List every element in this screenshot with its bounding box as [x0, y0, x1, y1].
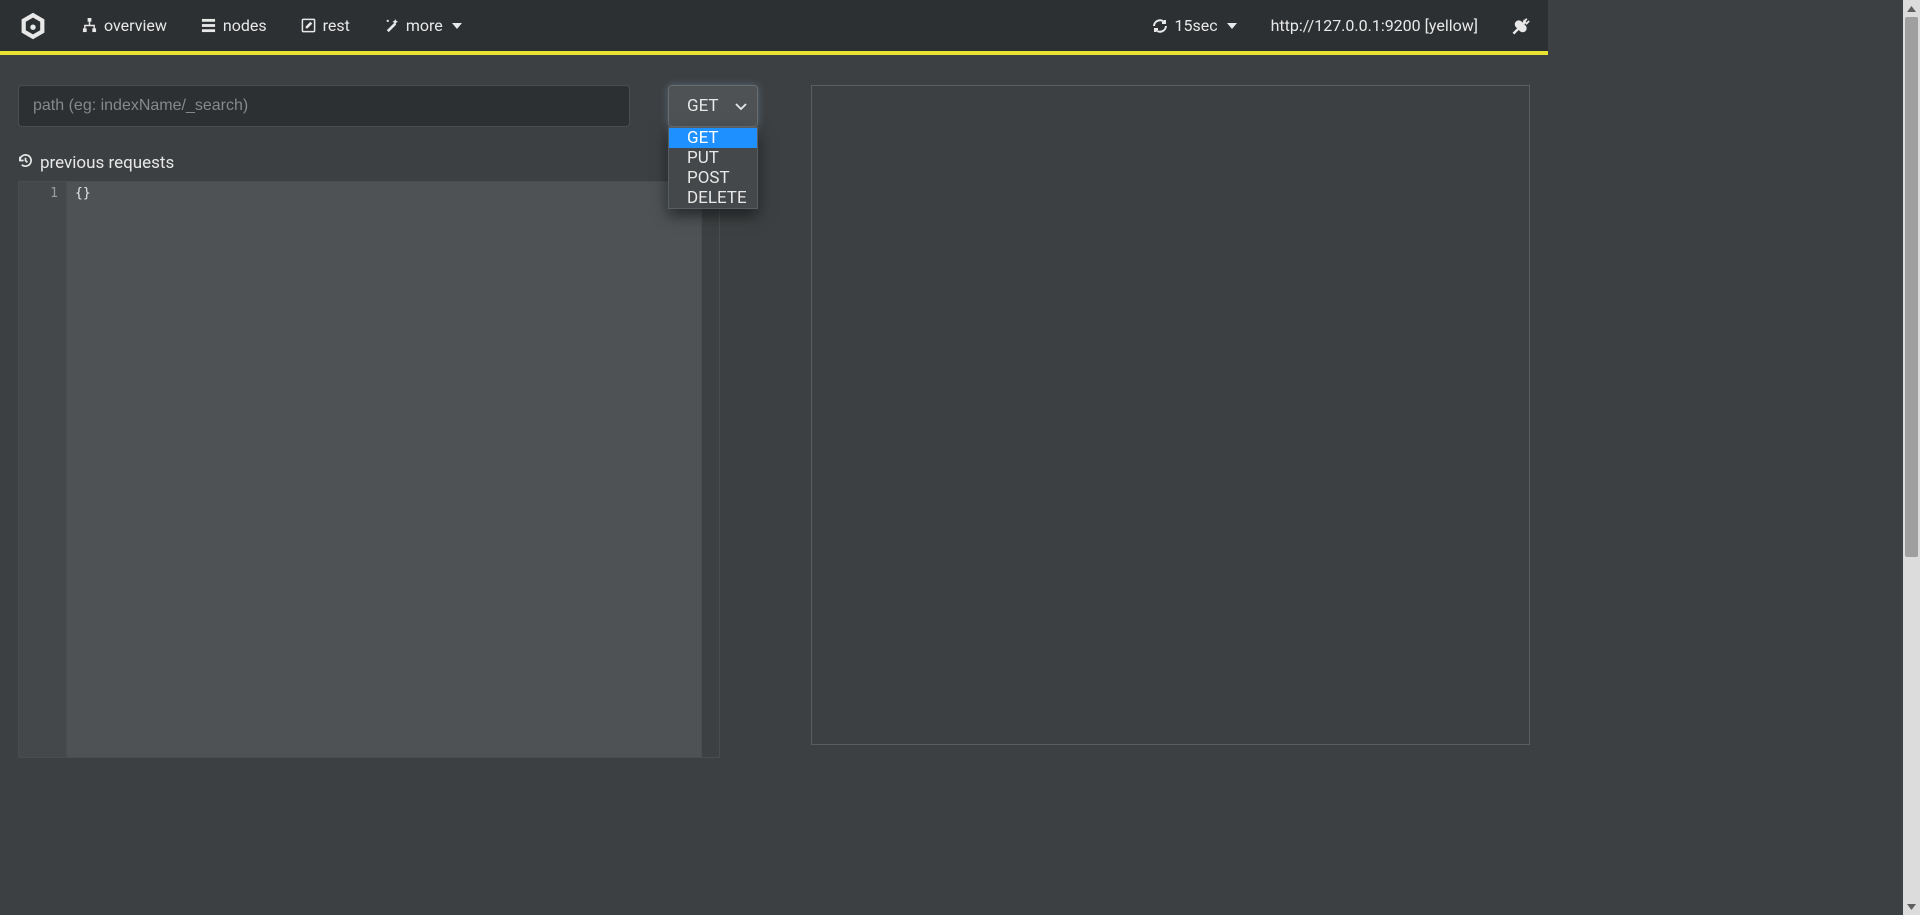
history-icon [18, 153, 33, 173]
nav-overview[interactable]: overview [82, 16, 167, 35]
response-column [811, 85, 1530, 758]
method-selected-label: GET [687, 96, 719, 116]
line-number: 1 [19, 186, 58, 201]
chevron-down-icon [735, 96, 747, 116]
plug-icon [1512, 17, 1530, 35]
method-option-post[interactable]: POST [669, 168, 757, 188]
request-input-row: GET GET PUT POST DELETE [18, 85, 793, 127]
navbar: overview nodes rest more [0, 0, 1548, 51]
navbar-left: overview nodes rest more [18, 11, 462, 41]
nav-label: nodes [223, 16, 267, 35]
caret-down-icon [452, 23, 462, 29]
nav-label: more [406, 16, 443, 35]
method-option-label: PUT [687, 148, 719, 168]
editor-gutter: 1 [19, 182, 67, 757]
edit-icon [301, 18, 316, 33]
previous-requests-label: previous requests [40, 153, 174, 173]
disconnect-button[interactable] [1512, 17, 1530, 35]
bars-icon [201, 18, 216, 33]
scrollbar-down-arrow[interactable] [1903, 898, 1920, 915]
scrollbar-thumb[interactable] [1905, 17, 1918, 557]
rest-panel: GET GET PUT POST DELETE previous request… [0, 55, 1548, 758]
method-select-wrapper: GET GET PUT POST DELETE [668, 85, 758, 127]
nav-rest[interactable]: rest [301, 16, 350, 35]
nav-label: overview [104, 16, 167, 35]
caret-down-icon [1227, 23, 1237, 29]
method-option-get[interactable]: GET [669, 128, 757, 148]
scrollbar-up-arrow[interactable] [1903, 0, 1920, 17]
sitemap-icon [82, 18, 97, 33]
method-dropdown: GET PUT POST DELETE [668, 127, 758, 209]
app-logo[interactable] [18, 11, 48, 41]
nav-label: rest [323, 16, 350, 35]
path-input[interactable] [18, 85, 630, 127]
magic-icon [384, 18, 399, 33]
method-option-label: DELETE [687, 188, 747, 208]
navbar-right: 15sec http://127.0.0.1:9200 [yellow] [1152, 16, 1531, 35]
method-option-delete[interactable]: DELETE [669, 188, 757, 208]
response-panel [811, 85, 1530, 745]
editor-content[interactable]: {} [67, 182, 719, 757]
refresh-interval-label: 15sec [1175, 16, 1218, 35]
nav-nodes[interactable]: nodes [201, 16, 267, 35]
host-info: http://127.0.0.1:9200 [yellow] [1271, 16, 1478, 35]
request-body-editor[interactable]: 1 {} [18, 181, 720, 758]
method-option-put[interactable]: PUT [669, 148, 757, 168]
method-select[interactable]: GET [668, 85, 758, 127]
request-column: GET GET PUT POST DELETE previous request… [18, 85, 793, 758]
method-option-label: POST [687, 168, 730, 188]
method-option-label: GET [687, 128, 719, 148]
scrollbar-track[interactable] [1903, 17, 1920, 898]
refresh-icon [1152, 18, 1168, 34]
nav-more[interactable]: more [384, 16, 462, 35]
editor-scrollbar[interactable] [701, 182, 719, 757]
page-scrollbar[interactable] [1903, 0, 1920, 915]
refresh-interval[interactable]: 15sec [1152, 16, 1237, 35]
